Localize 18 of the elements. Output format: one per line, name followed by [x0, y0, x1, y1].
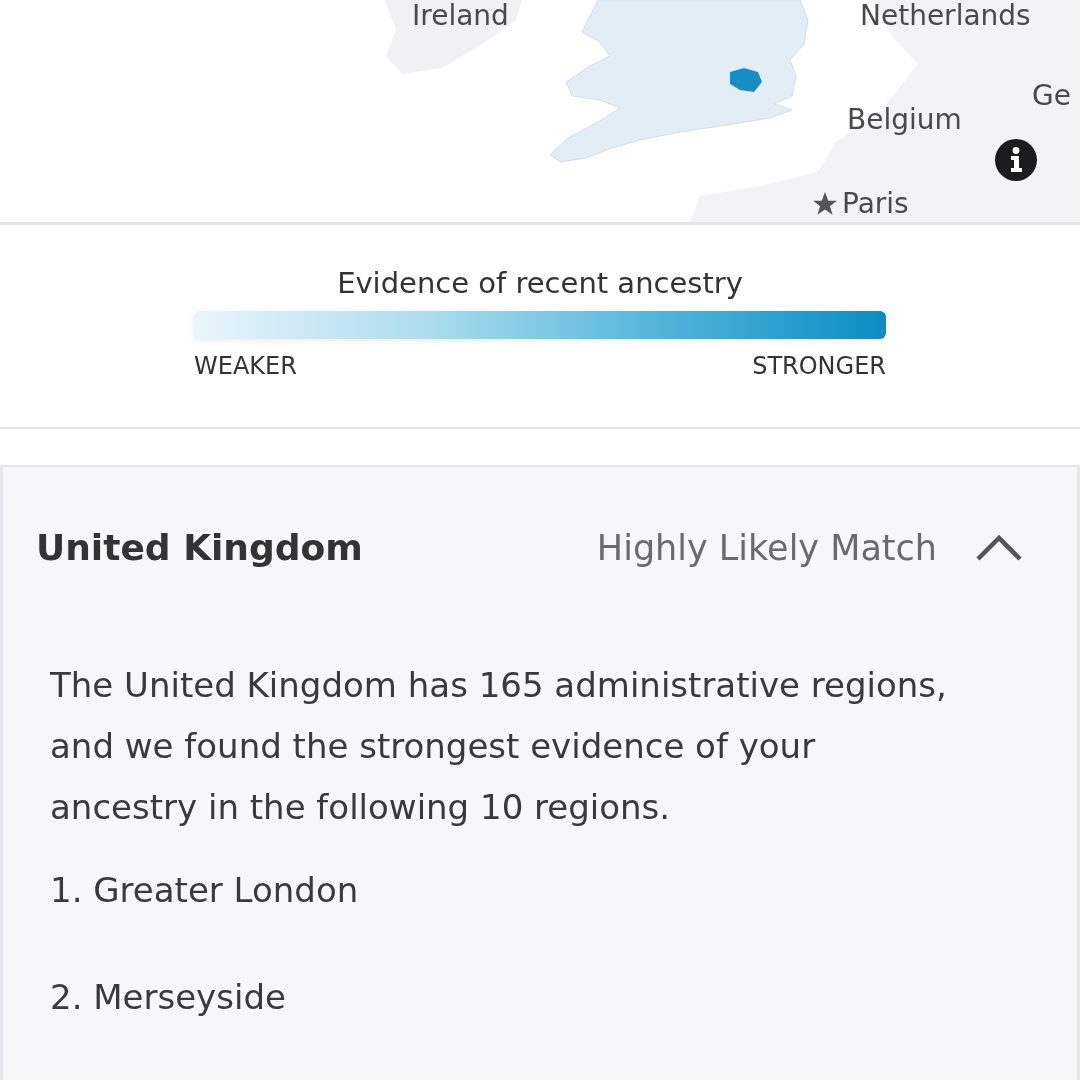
- legend-max-label: STRONGER: [752, 351, 886, 381]
- star-icon: [812, 191, 838, 217]
- map-label: Netherlands: [860, 0, 1031, 32]
- map-label: Ireland: [412, 0, 509, 32]
- legend-min-label: WEAKER: [194, 351, 297, 381]
- info-icon[interactable]: [995, 139, 1037, 181]
- map-label: Belgium: [847, 104, 962, 136]
- match-confidence: Highly Likely Match: [596, 527, 937, 570]
- country-name: United Kingdom: [36, 526, 363, 570]
- region-list-item: 2. Merseyside: [50, 976, 287, 1019]
- region-summary: The United Kingdom has 165 administrative regions, and we found the strongest evidence of your ancestry in the following 10 regions.: [50, 664, 948, 829]
- map-label: Ge: [1032, 80, 1071, 112]
- map-label: Paris: [842, 188, 909, 220]
- legend-title: Evidence of recent ancestry: [337, 265, 743, 301]
- collapse-button[interactable]: [975, 534, 1023, 562]
- region-list-item: 1. Greater London: [50, 869, 360, 912]
- chevron-up-icon: [975, 534, 1023, 562]
- london-region: [730, 68, 762, 92]
